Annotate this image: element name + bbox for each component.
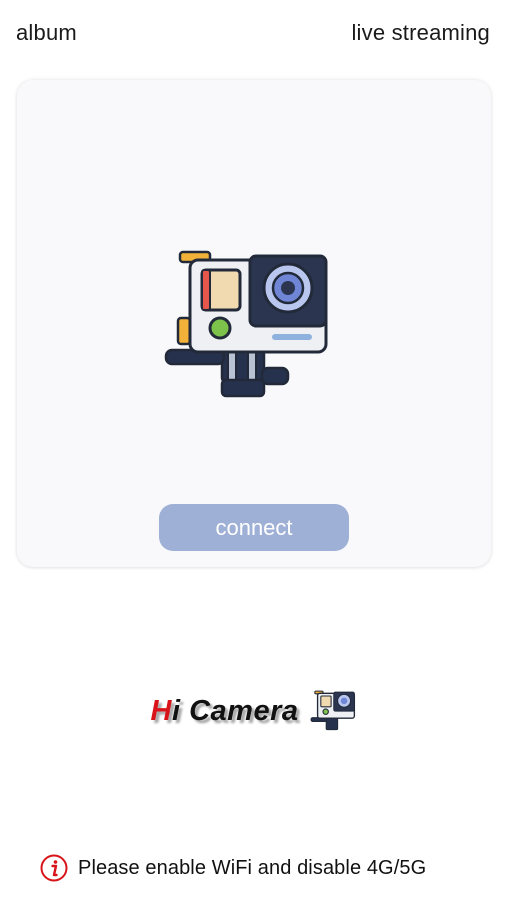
wifi-notice: Please enable WiFi and disable 4G/5G	[40, 852, 426, 884]
album-link[interactable]: album	[16, 20, 77, 46]
notice-text: Please enable WiFi and disable 4G/5G	[78, 856, 427, 879]
action-camera-icon	[164, 250, 328, 398]
action-camera-icon	[311, 690, 356, 731]
app-screen: album live streaming connect Hi Camera P…	[0, 0, 507, 900]
brand-logo: Hi Camera	[0, 686, 507, 736]
info-icon	[40, 854, 68, 882]
connect-card: connect	[17, 80, 491, 567]
brand-title-h: H	[150, 694, 172, 727]
brand-title: Hi Camera	[151, 695, 299, 728]
connect-button[interactable]: connect	[159, 504, 349, 551]
brand-title-rest: i Camera	[171, 694, 299, 727]
live-streaming-link[interactable]: live streaming	[351, 20, 490, 46]
